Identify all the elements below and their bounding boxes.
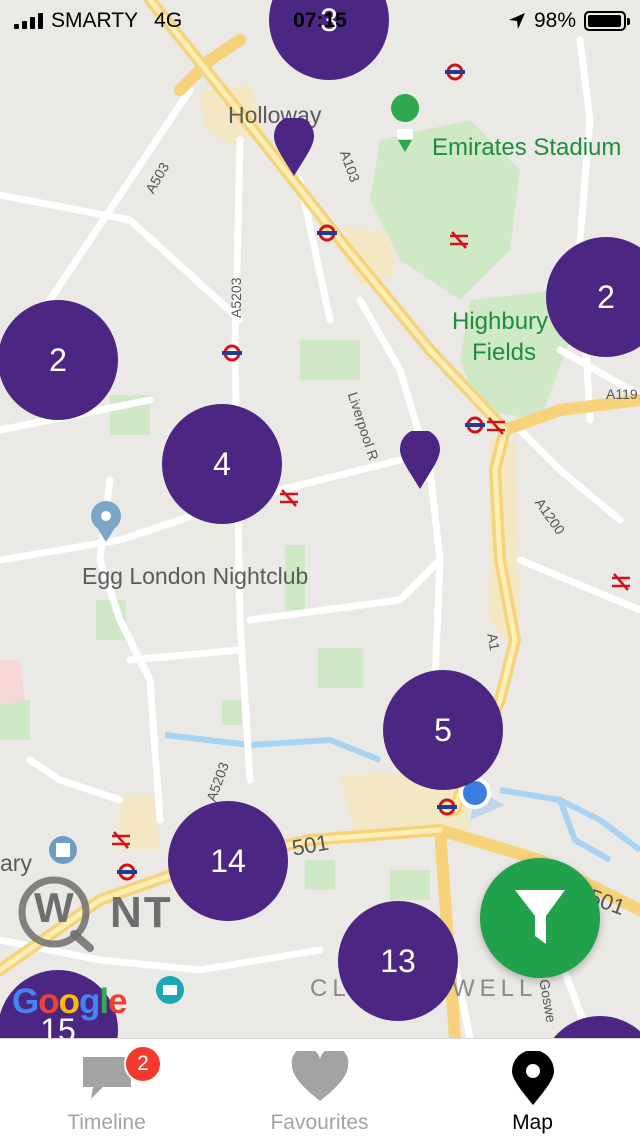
tab-label: Timeline <box>67 1111 146 1134</box>
map-cluster[interactable]: 4 <box>162 404 282 524</box>
place-label-clerkenwell-end: WELL <box>452 975 538 1002</box>
heart-icon <box>291 1051 348 1101</box>
book-poi-icon <box>49 836 77 864</box>
tab-favourites[interactable]: Favourites <box>213 1039 426 1137</box>
filter-icon <box>515 890 565 944</box>
timeline-badge: 2 <box>124 1045 162 1083</box>
place-label-egg-nightclub: Egg London Nightclub <box>82 563 309 589</box>
status-bar: SMARTY 4G 07:15 98% <box>0 0 640 40</box>
map-cluster[interactable]: 2 <box>0 300 118 420</box>
map-pin-icon <box>511 1051 554 1105</box>
place-label-highbury: Highbury <box>452 308 549 335</box>
map-cluster[interactable]: 5 <box>383 670 503 790</box>
location-arrow-icon <box>508 13 525 29</box>
watermark-text: NT <box>110 888 173 937</box>
app-watermark-logo: W NT <box>10 872 200 957</box>
map-marker-icon[interactable] <box>274 118 314 178</box>
google-logo: Google <box>12 982 128 1021</box>
filter-button[interactable] <box>480 858 600 978</box>
tab-label: Map <box>512 1111 553 1134</box>
road-label-a1: A1 <box>484 632 503 652</box>
tab-label: Favourites <box>270 1111 369 1134</box>
watermark-letter: W <box>34 884 74 931</box>
museum-poi-icon <box>156 976 184 1004</box>
place-label-emirates-stadium: Emirates Stadium <box>432 134 622 161</box>
map-cluster[interactable]: 13 <box>338 901 458 1021</box>
road-label-a5203: A5203 <box>228 277 244 318</box>
road-label-a119: A119 <box>606 386 638 402</box>
tab-timeline[interactable]: 2 Timeline <box>0 1039 213 1137</box>
tab-map[interactable]: Map <box>426 1039 639 1137</box>
battery-icon <box>584 11 630 31</box>
battery-percent: 98% <box>533 9 576 32</box>
map-marker-icon[interactable] <box>400 431 440 491</box>
tab-bar: 2 Timeline Favourites Map <box>0 1038 640 1137</box>
place-label-fields: Fields <box>472 339 537 366</box>
